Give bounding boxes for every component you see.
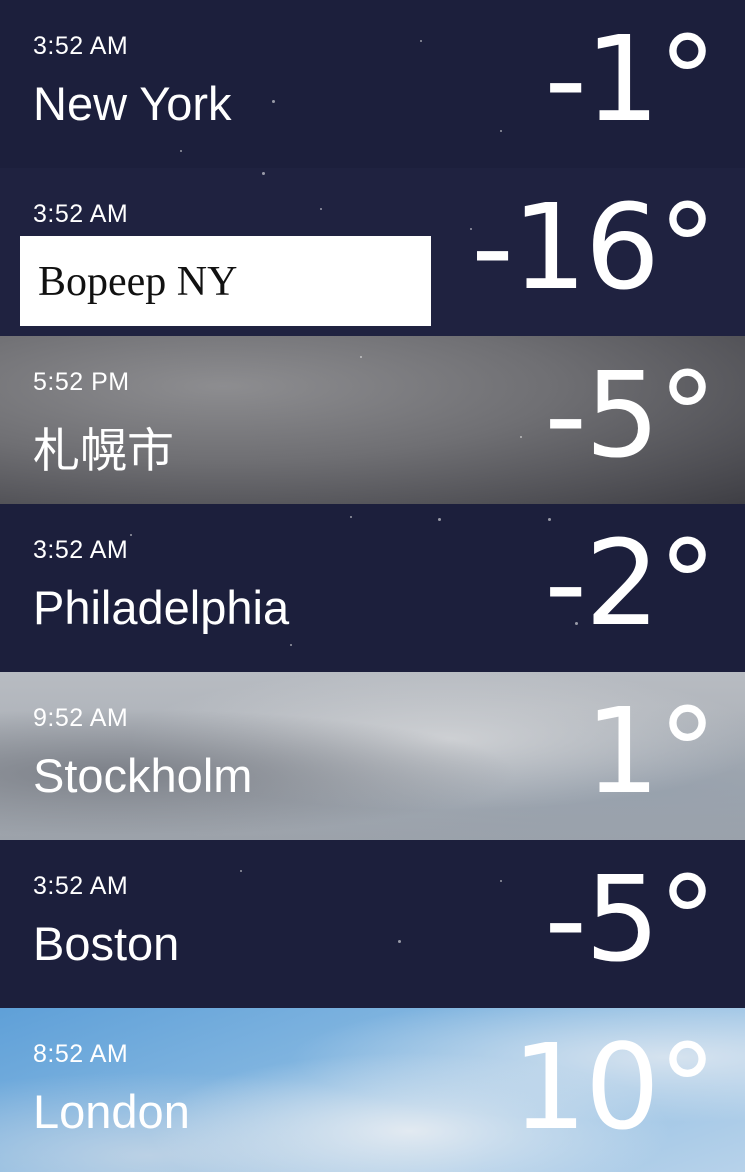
temperature: -5°	[544, 850, 717, 988]
local-time: 8:52 AM	[33, 1040, 129, 1068]
location-row-bopeep-ny[interactable]: 3:52 AM Bopeep NY -16°	[0, 168, 745, 336]
local-time: 3:52 AM	[33, 32, 129, 60]
temperature: -1°	[544, 10, 717, 148]
temperature: 1°	[584, 682, 717, 820]
overlay-label: Bopeep NY	[38, 259, 238, 305]
location-row-sapporo[interactable]: 5:52 PM 札幌市 -5°	[0, 336, 745, 504]
location-row-new-york[interactable]: 3:52 AM New York -1°	[0, 0, 745, 168]
temperature: -2°	[544, 514, 717, 652]
local-time: 3:52 AM	[33, 872, 129, 900]
local-time: 5:52 PM	[33, 368, 130, 396]
city-name: Boston	[33, 917, 180, 970]
temperature: 10°	[511, 1018, 717, 1156]
city-name: Stockholm	[33, 749, 253, 802]
location-row-london[interactable]: 8:52 AM London 10°	[0, 1008, 745, 1172]
temperature: -5°	[544, 346, 717, 484]
location-row-philadelphia[interactable]: 3:52 AM Philadelphia -2°	[0, 504, 745, 672]
city-name: New York	[33, 77, 232, 130]
city-name: Philadelphia	[33, 581, 290, 634]
city-name: 札幌市	[33, 424, 174, 477]
local-time: 3:52 AM	[33, 536, 129, 564]
local-time: 3:52 AM	[33, 200, 129, 228]
temperature: -16°	[471, 178, 717, 316]
city-name-label-overlay: Bopeep NY	[20, 236, 431, 326]
local-time: 9:52 AM	[33, 704, 129, 732]
weather-location-list: 3:52 AM New York -1° 3:52 AM Bopeep NY -…	[0, 0, 745, 1172]
location-row-boston[interactable]: 3:52 AM Boston -5°	[0, 840, 745, 1008]
city-name: London	[33, 1085, 190, 1138]
location-row-stockholm[interactable]: 9:52 AM Stockholm 1°	[0, 672, 745, 840]
